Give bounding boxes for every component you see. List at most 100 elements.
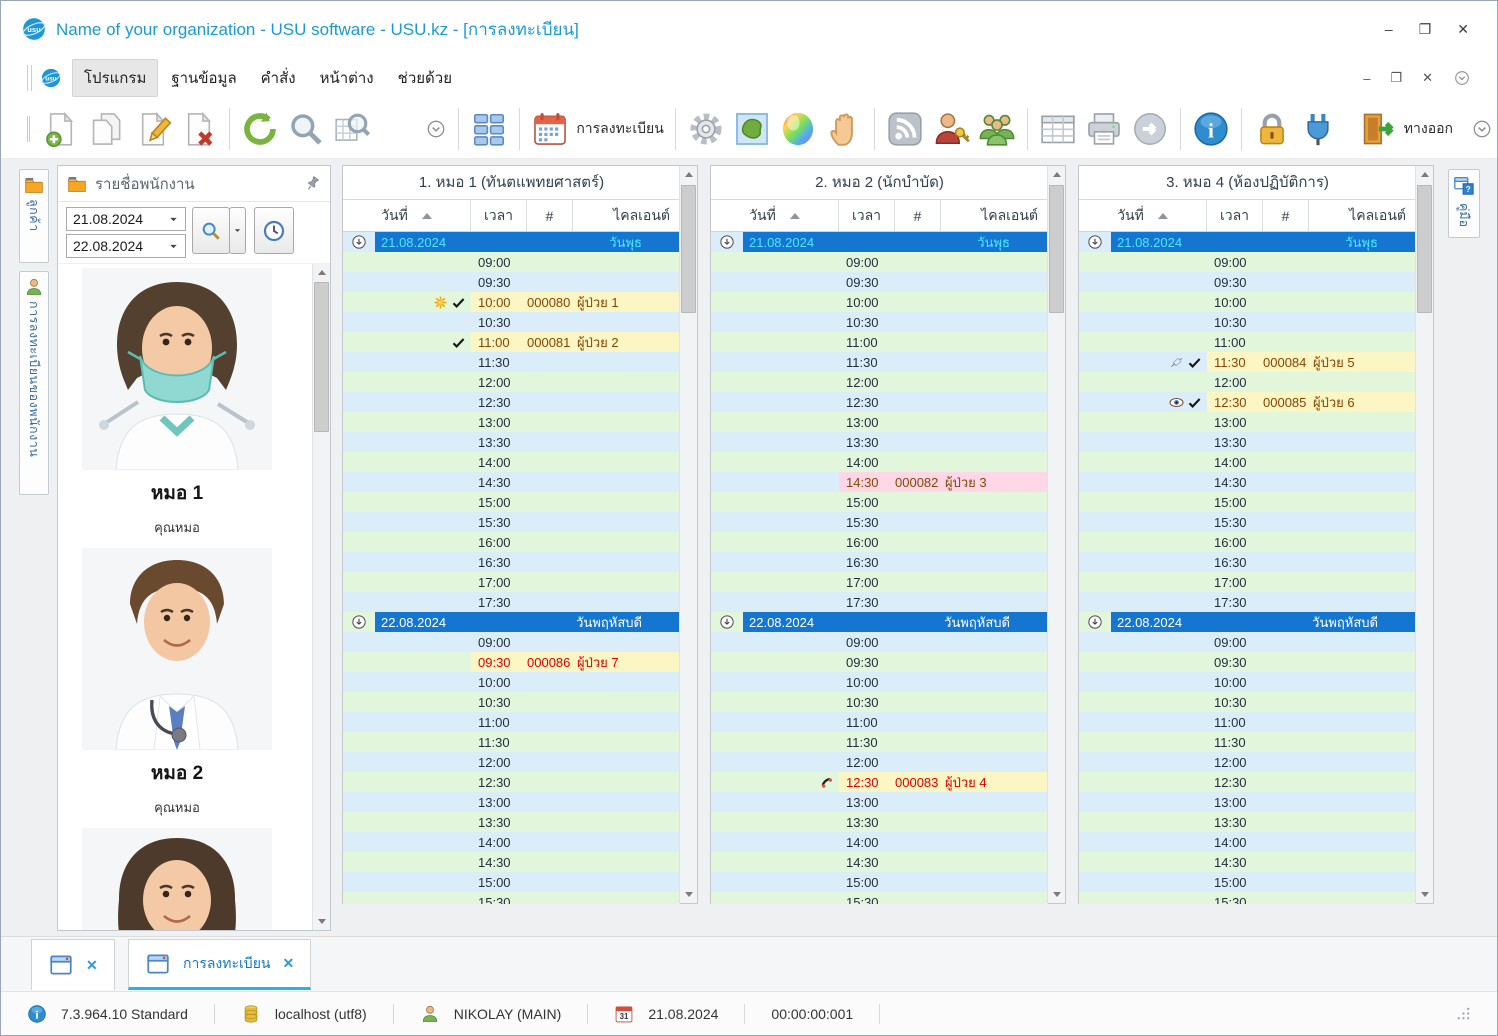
column-header-time[interactable]: เวลา [839, 200, 895, 231]
time-slot-row[interactable]: 10:30 [1079, 312, 1416, 332]
date-from-field[interactable]: 21.08.2024 [66, 207, 186, 231]
doctor-card[interactable] [58, 828, 296, 930]
time-slot-row[interactable]: 10:00 [343, 672, 680, 692]
toolbar-button-search-table[interactable] [329, 108, 375, 150]
chevron-down-icon[interactable] [168, 214, 179, 225]
time-slot-row[interactable]: 09:30 [343, 272, 680, 292]
time-slot-row[interactable]: 16:00 [1079, 532, 1416, 552]
toolbar-button-user-key[interactable] [928, 108, 974, 150]
time-slot-row[interactable]: 16:00 [711, 532, 1048, 552]
time-slot-row[interactable]: 10:00 [1079, 672, 1416, 692]
time-slot-row[interactable]: 14:30 [343, 852, 680, 872]
toolbar-button-exit[interactable]: ทางออก [1355, 108, 1457, 150]
scroll-down-icon[interactable] [1416, 886, 1433, 903]
time-slot-row[interactable]: 09:30 [711, 652, 1048, 672]
scroll-up-icon[interactable] [313, 264, 330, 281]
time-slot-row[interactable]: 14:30 [711, 852, 1048, 872]
date-row[interactable]: 21.08.2024 วันพุธ [343, 232, 680, 252]
toolbar-button-new-record[interactable] [38, 108, 84, 150]
time-slot-row[interactable]: 14:00 [1079, 832, 1416, 852]
menu-item-5[interactable]: ช่วยด้วย [387, 60, 463, 96]
time-slot-row[interactable]: 13:00 [343, 792, 680, 812]
toolbar-button-delete-record[interactable] [176, 108, 222, 150]
column-header-client[interactable]: ไคลเอนต์ [1309, 200, 1416, 231]
time-slot-row[interactable]: 12:00 [343, 372, 680, 392]
circle-arrow-icon[interactable] [719, 234, 735, 250]
time-slot-row[interactable]: 10:30 [1079, 692, 1416, 712]
column-header-time[interactable]: เวลา [1207, 200, 1263, 231]
appointment-row[interactable]: 12:30 000085 ผู้ป่วย 6 [1079, 392, 1416, 412]
time-slot-row[interactable]: 17:30 [1079, 592, 1416, 612]
time-slot-row[interactable]: 11:30 [343, 352, 680, 372]
schedule-scrollbar[interactable] [679, 166, 697, 903]
time-slot-row[interactable]: 09:00 [1079, 252, 1416, 272]
time-slot-row[interactable]: 12:00 [711, 372, 1048, 392]
time-slot-row[interactable]: 10:00 [711, 292, 1048, 312]
time-slot-row[interactable]: 17:00 [1079, 572, 1416, 592]
time-slot-row[interactable]: 10:00 [711, 672, 1048, 692]
sidebar-tab-registrations[interactable]: การลงทะเบียนของพนักงาน [19, 271, 49, 495]
time-slot-row[interactable]: 09:30 [1079, 652, 1416, 672]
time-slot-row[interactable]: 15:00 [343, 872, 680, 892]
scrollbar-thumb[interactable] [1417, 185, 1432, 313]
sidebar-tab-clients[interactable]: ลูกค้า [19, 169, 49, 263]
column-header-client[interactable]: ไคลเอนต์ [573, 200, 680, 231]
time-slot-row[interactable]: 09:00 [343, 632, 680, 652]
time-slot-row[interactable]: 15:00 [711, 492, 1048, 512]
time-slot-row[interactable]: 11:30 [711, 732, 1048, 752]
time-slot-row[interactable]: 14:00 [711, 832, 1048, 852]
toolbar-button-copy-record[interactable] [84, 108, 130, 150]
pin-icon[interactable] [304, 175, 321, 192]
time-slot-row[interactable]: 13:30 [343, 432, 680, 452]
time-slot-row[interactable]: 13:30 [1079, 432, 1416, 452]
time-slot-row[interactable]: 15:30 [343, 512, 680, 532]
toolbar-overflow-button[interactable] [421, 116, 451, 142]
date-row[interactable]: 21.08.2024 วันพุธ [1079, 232, 1416, 252]
toolbar-button-search[interactable] [283, 108, 329, 150]
clock-button[interactable] [254, 207, 294, 254]
mdi-minimize-button[interactable]: – [1363, 71, 1370, 86]
toolbar-button-settings[interactable] [683, 108, 729, 150]
time-slot-row[interactable]: 10:30 [343, 312, 680, 332]
tab-close-icon[interactable]: ✕ [86, 957, 98, 974]
time-slot-row[interactable]: 09:30 [1079, 272, 1416, 292]
time-slot-row[interactable]: 10:00 [1079, 292, 1416, 312]
appointment-row[interactable]: 11:30 000084 ผู้ป่วย 5 [1079, 352, 1416, 372]
time-slot-row[interactable]: 15:00 [711, 872, 1048, 892]
doctor-card[interactable]: หมอ 1 คุณหมอ [58, 268, 296, 538]
scroll-up-icon[interactable] [1416, 166, 1433, 183]
time-slot-row[interactable]: 09:00 [711, 252, 1048, 272]
time-slot-row[interactable]: 14:00 [343, 452, 680, 472]
menu-drag-handle[interactable] [27, 65, 32, 91]
time-slot-row[interactable]: 15:30 [343, 892, 680, 904]
mdi-tab-1[interactable]: ✕ [31, 939, 115, 990]
menu-item-2[interactable]: ฐานข้อมูล [160, 60, 247, 96]
time-slot-row[interactable]: 17:00 [711, 572, 1048, 592]
doctor-card[interactable]: หมอ 2 คุณหมอ [58, 548, 296, 818]
toolbar-button-info[interactable]: i [1188, 108, 1234, 150]
time-slot-row[interactable]: 09:00 [1079, 632, 1416, 652]
appointment-row[interactable]: 09:30 000086 ผู้ป่วย 7 [343, 652, 680, 672]
date-to-field[interactable]: 22.08.2024 [66, 234, 186, 258]
close-button[interactable]: ✕ [1457, 21, 1469, 38]
column-header-time[interactable]: เวลา [471, 200, 527, 231]
time-slot-row[interactable]: 10:30 [343, 692, 680, 712]
time-slot-row[interactable]: 13:30 [1079, 812, 1416, 832]
time-slot-row[interactable]: 15:30 [1079, 512, 1416, 532]
circle-arrow-icon[interactable] [351, 614, 367, 630]
time-slot-row[interactable]: 15:30 [711, 892, 1048, 904]
toolbar-button-map[interactable] [729, 108, 775, 150]
date-row[interactable]: 22.08.2024 วันพฤหัสบดี [711, 612, 1048, 632]
time-slot-row[interactable]: 13:00 [711, 792, 1048, 812]
date-row[interactable]: 21.08.2024 วันพุธ [711, 232, 1048, 252]
time-slot-row[interactable]: 15:00 [1079, 872, 1416, 892]
time-slot-row[interactable]: 13:30 [711, 812, 1048, 832]
time-slot-row[interactable]: 13:00 [343, 412, 680, 432]
time-slot-row[interactable]: 15:00 [1079, 492, 1416, 512]
circle-arrow-icon[interactable] [719, 614, 735, 630]
time-slot-row[interactable]: 13:00 [1079, 412, 1416, 432]
scrollbar-thumb[interactable] [681, 185, 696, 313]
column-header-date[interactable]: วันที่ [711, 200, 839, 231]
toolbar-button-refresh[interactable] [237, 108, 283, 150]
time-slot-row[interactable]: 11:00 [343, 712, 680, 732]
